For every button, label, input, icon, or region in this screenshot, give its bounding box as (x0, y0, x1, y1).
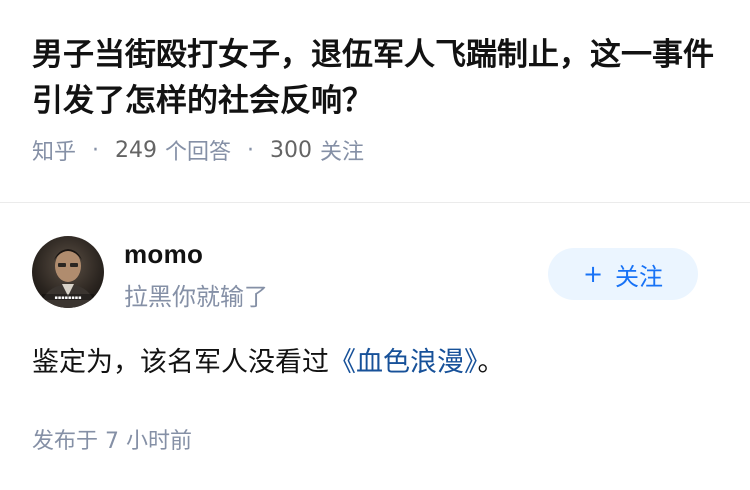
meta-separator: · (92, 137, 100, 163)
author-name[interactable]: momo (124, 239, 203, 270)
follow-button-label: 关注 (615, 262, 664, 291)
source-label[interactable]: 知乎 (32, 134, 76, 166)
answer-count: 249 (115, 137, 158, 163)
answer-text-end: 。 (477, 347, 505, 378)
answer-content: 鉴定为，该名军人没看过《血色浪漫》。 (32, 341, 505, 385)
content-link[interactable]: 《血色浪漫》 (329, 347, 478, 378)
avatar[interactable]: ▪▪▪▪▪▪▪▪ (32, 236, 104, 308)
divider (0, 202, 750, 203)
post-time: 发布于 7 小时前 (32, 429, 192, 454)
svg-text:▪▪▪▪▪▪▪▪: ▪▪▪▪▪▪▪▪ (54, 295, 81, 301)
follow-count-label: 关注 (320, 140, 365, 165)
question-title[interactable]: 男子当街殴打女子，退伍军人飞踹制止，这一事件引发了怎样的社会反响？ (32, 32, 722, 124)
follow-count: 300 (270, 137, 313, 163)
plus-icon: + (582, 260, 604, 288)
zhihu-answer-page: 男子当街殴打女子，退伍军人飞踹制止，这一事件引发了怎样的社会反响？ 知乎 · 2… (0, 0, 750, 490)
answer-count-label: 个回答 (165, 140, 232, 165)
follow-button[interactable]: + 关注 (548, 248, 698, 300)
author-bio: 拉黑你就输了 (124, 283, 268, 311)
question-meta: 知乎 · 249 个回答 · 300 关注 (32, 134, 718, 166)
meta-separator: · (247, 137, 255, 163)
answer-text: 鉴定为，该名军人没看过 (32, 347, 329, 378)
question-header: 男子当街殴打女子，退伍军人飞踹制止，这一事件引发了怎样的社会反响？ 知乎 · 2… (0, 0, 750, 202)
